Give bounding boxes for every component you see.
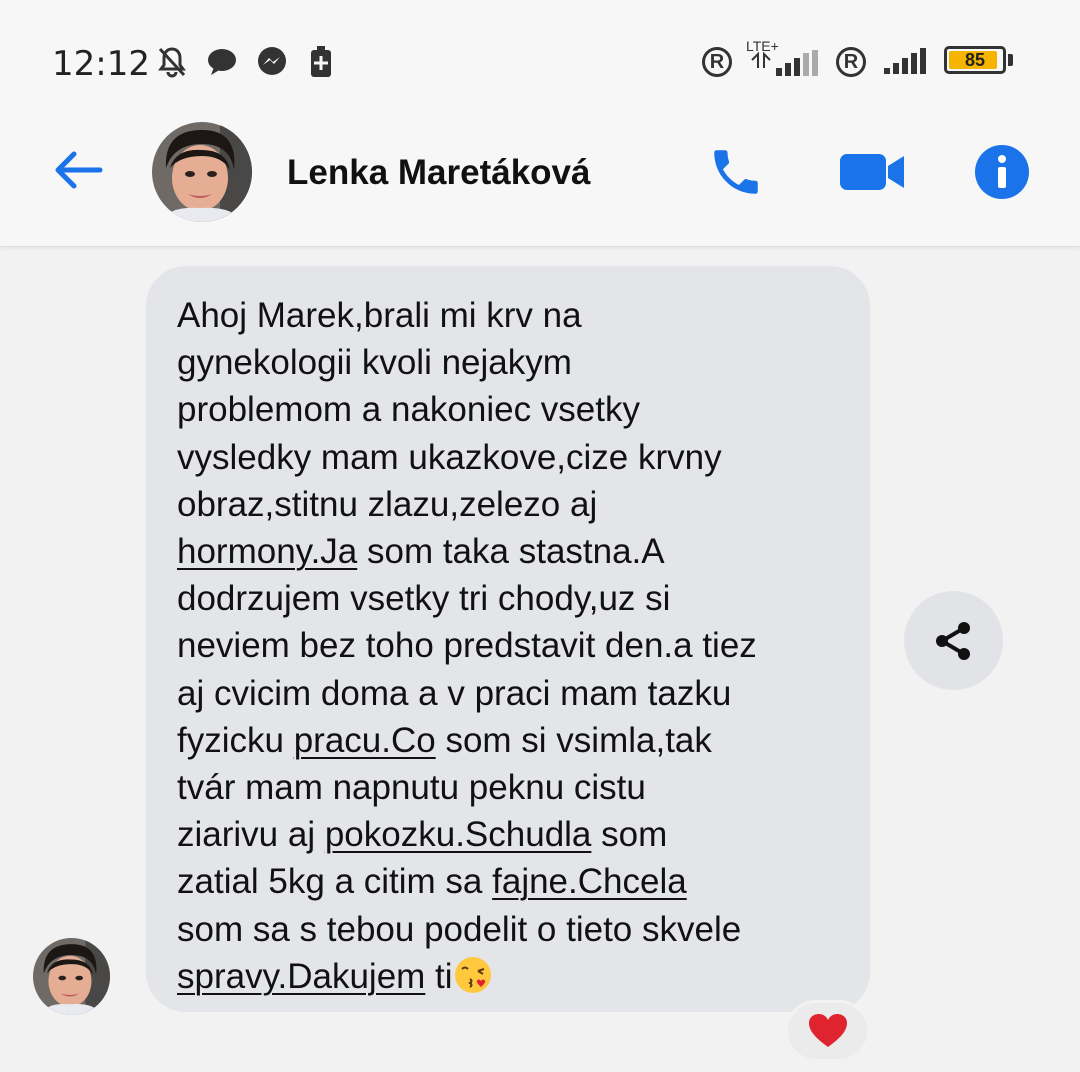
video-call-button[interactable]: [840, 142, 906, 202]
message-line: gynekologii kvoli nejakym: [177, 343, 572, 383]
chat-bubble-icon: [204, 44, 240, 80]
share-button[interactable]: [904, 591, 1003, 690]
sender-avatar[interactable]: [33, 938, 110, 1015]
conversation-header: Lenka Maretáková: [0, 120, 1080, 247]
voice-call-button[interactable]: [706, 142, 766, 202]
message-line: fyzicku: [177, 720, 294, 760]
message-line: obraz,stitnu zlazu,zelezo aj: [177, 484, 598, 524]
battery-cap: [1008, 54, 1013, 66]
message-link[interactable]: hormony.Ja: [177, 532, 357, 571]
heart-reaction[interactable]: [785, 1000, 870, 1062]
message-line: som sa s tebou podelit o tieto skvele: [177, 909, 742, 949]
message-link[interactable]: spravy.Dakujem: [177, 957, 425, 996]
message-line: problemom a nakoniec vsetky: [177, 390, 640, 430]
back-arrow-icon: [55, 151, 103, 189]
status-time: 12:12: [52, 44, 150, 84]
message-line: som: [591, 815, 668, 855]
battery-saver-icon: [306, 44, 336, 80]
message-text: Ahoj Marek,brali mi krv na gynekologii k…: [177, 292, 850, 1000]
signal-icon-1: [750, 50, 820, 78]
message-link[interactable]: fajne.Chcela: [492, 862, 687, 901]
back-button[interactable]: [48, 146, 108, 194]
contact-name[interactable]: Lenka Maretáková: [287, 153, 590, 193]
signal-icon-2: [882, 48, 932, 76]
kiss-emoji-icon: [453, 955, 493, 995]
messenger-icon: [254, 44, 290, 80]
message-link[interactable]: pokozku.Schudla: [325, 815, 592, 854]
message-line: vysledky mam ukazkove,cize krvny: [177, 437, 722, 477]
message-line: som si vsimla,tak: [435, 720, 712, 760]
mute-icon: [154, 44, 190, 80]
message-line: ziarivu aj: [177, 815, 325, 855]
battery-icon: 85: [944, 46, 1006, 74]
roaming-icon-2: R: [834, 44, 868, 80]
info-button[interactable]: [972, 142, 1032, 202]
contact-avatar[interactable]: [152, 122, 252, 222]
message-line: tvár mam napnutu peknu cistu: [177, 768, 646, 808]
message-line: ti: [425, 956, 453, 996]
message-bubble[interactable]: Ahoj Marek,brali mi krv na gynekologii k…: [146, 266, 870, 1012]
message-line: neviem bez toho predstavit den.a tiez: [177, 626, 757, 666]
heart-icon: [808, 1014, 847, 1047]
status-bar: 12:12 R LTE+ R 85: [0, 0, 1080, 120]
message-line: zatial 5kg a citim sa: [177, 862, 493, 902]
share-icon: [935, 621, 970, 660]
battery-level: 85: [964, 50, 986, 70]
roaming-icon-1: R: [700, 44, 734, 80]
video-camera-icon: [840, 154, 904, 190]
message-line: Ahoj Marek,brali mi krv na: [177, 296, 582, 335]
message-line: dodrzujem vsetky tri chody,uz si: [177, 579, 671, 619]
message-line: som taka stastna.A: [357, 532, 665, 572]
info-icon: [975, 145, 1029, 199]
message-link[interactable]: pracu.Co: [294, 721, 436, 760]
phone-icon: [714, 150, 758, 194]
message-line: aj cvicim doma a v praci mam tazku: [177, 673, 732, 713]
